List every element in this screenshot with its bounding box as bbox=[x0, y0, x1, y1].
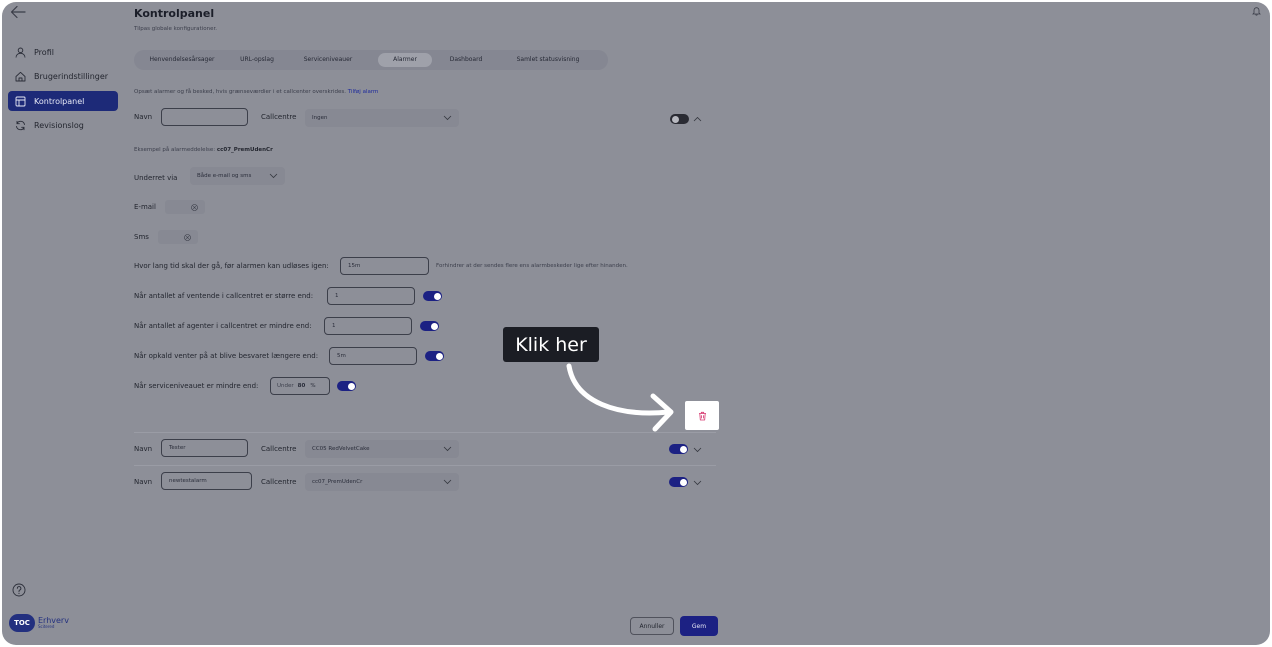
sms-label: Sms bbox=[134, 233, 149, 241]
sidebar-item-label: Revisionslog bbox=[34, 121, 84, 130]
notify-label: Underret via bbox=[134, 174, 178, 182]
service-level-input[interactable]: Under 80 % bbox=[270, 377, 330, 395]
help-icon[interactable] bbox=[12, 583, 26, 597]
curved-arrow-icon bbox=[566, 363, 674, 432]
bell-icon[interactable] bbox=[1252, 6, 1261, 16]
condition-toggle[interactable] bbox=[420, 321, 439, 331]
callcentre-select[interactable]: CC05 RedVelvetCake bbox=[305, 440, 459, 458]
sidebar-item-label: Kontrolpanel bbox=[34, 96, 85, 106]
cooldown-label: Hvor lang tid skal der gå, før alarmen k… bbox=[134, 262, 329, 270]
tab-dashboard[interactable]: Dashboard bbox=[432, 53, 500, 67]
condition-label: Når antallet af agenter i callcentret er… bbox=[134, 322, 312, 330]
chevron-down-icon bbox=[443, 479, 452, 485]
condition-input[interactable]: 1 bbox=[327, 287, 415, 305]
chevron-down-icon[interactable] bbox=[693, 480, 702, 486]
home-icon bbox=[15, 71, 26, 82]
delete-alarm-button[interactable] bbox=[685, 401, 719, 430]
callcentre-label: Callcentre bbox=[261, 445, 297, 453]
page-subtitle: Tilpas globale konfigurationer. bbox=[134, 26, 217, 32]
condition-label: Når antallet af ventende i callcentret e… bbox=[134, 292, 314, 300]
tab-henvendelsesaarsager[interactable]: Henvendelsesårsager bbox=[138, 53, 226, 67]
tab-alarmer[interactable]: Alarmer bbox=[378, 53, 432, 67]
logo-sub: Scitered bbox=[38, 624, 55, 629]
condition-input[interactable]: 1 bbox=[324, 317, 412, 335]
divider bbox=[134, 465, 716, 466]
cancel-button[interactable]: Annuller bbox=[630, 617, 674, 635]
alarm-name-input[interactable]: Tester bbox=[161, 439, 248, 457]
sidebar-item-profil[interactable]: Profil bbox=[8, 42, 118, 62]
callcentre-label: Callcentre bbox=[261, 478, 297, 486]
alarm-enable-toggle[interactable] bbox=[670, 114, 689, 124]
name-label: Navn bbox=[134, 445, 153, 453]
callcentre-value: cc07_PremUdenCr bbox=[312, 479, 363, 485]
name-input[interactable] bbox=[161, 108, 248, 126]
service-level-value: 80 bbox=[297, 383, 306, 389]
clear-icon[interactable] bbox=[191, 203, 198, 211]
chevron-up-icon[interactable] bbox=[693, 116, 702, 122]
example-message: Eksempel på alarmeddelelse: cc07_PremUde… bbox=[134, 147, 273, 153]
sidebar-nav: Profil Brugerindstillinger Kontrolpanel … bbox=[8, 42, 118, 140]
callcentre-label: Callcentre bbox=[261, 113, 297, 121]
condition-toggle[interactable] bbox=[423, 291, 442, 301]
brand-logo: TOC Erhverv Scitered bbox=[9, 614, 69, 632]
service-level-unit: % bbox=[310, 383, 316, 389]
sidebar-item-label: Brugerindstillinger bbox=[34, 72, 109, 81]
logo-badge: TOC bbox=[9, 614, 35, 632]
condition-input[interactable]: 5m bbox=[329, 347, 417, 365]
alarm-name-input[interactable]: newtestalarm bbox=[161, 472, 252, 490]
callcentre-value: CC05 RedVelvetCake bbox=[312, 446, 370, 452]
description-text: Opsæt alarmer og få besked, hvis grænsev… bbox=[134, 89, 346, 95]
sidebar-item-revisionslog[interactable]: Revisionslog bbox=[8, 116, 118, 136]
sidebar-item-brugerindstillinger[interactable]: Brugerindstillinger bbox=[8, 67, 118, 87]
trash-icon bbox=[698, 411, 706, 420]
alarm-enable-toggle[interactable] bbox=[669, 477, 688, 487]
cooldown-hint: Forhindrer at der sendes flere ens alarm… bbox=[436, 263, 628, 269]
service-level-label: Når serviceniveauet er mindre end: bbox=[134, 382, 259, 390]
cooldown-input[interactable]: 15m bbox=[340, 257, 429, 275]
notify-value: Både e-mail og sms bbox=[197, 173, 252, 179]
callcentre-value: Ingen bbox=[312, 115, 328, 121]
service-level-prefix: Under bbox=[277, 383, 294, 389]
save-button[interactable]: Gem bbox=[680, 616, 718, 636]
chevron-down-icon bbox=[269, 173, 278, 179]
service-level-toggle[interactable] bbox=[337, 381, 356, 391]
name-label: Navn bbox=[134, 113, 153, 121]
sms-input[interactable] bbox=[158, 230, 198, 244]
condition-toggle[interactable] bbox=[425, 351, 444, 361]
app-window: Profil Brugerindstillinger Kontrolpanel … bbox=[2, 2, 1270, 645]
alarm-enable-toggle[interactable] bbox=[669, 444, 688, 454]
refresh-icon bbox=[16, 120, 25, 131]
tab-url-opslag[interactable]: URL-opslag bbox=[226, 53, 288, 67]
notify-select[interactable]: Både e-mail og sms bbox=[190, 167, 285, 185]
chevron-down-icon bbox=[443, 115, 452, 121]
sidebar-item-label: Profil bbox=[34, 47, 54, 57]
example-value: cc07_PremUdenCr bbox=[216, 147, 273, 153]
tab-serviceniveauer[interactable]: Serviceniveauer bbox=[288, 53, 368, 67]
page-title: Kontrolpanel bbox=[134, 7, 215, 20]
alarm-description: Opsæt alarmer og få besked, hvis grænsev… bbox=[134, 89, 378, 95]
tutorial-tooltip: Klik her bbox=[503, 327, 599, 362]
callcentre-select[interactable]: Ingen bbox=[305, 109, 459, 127]
arrow-left-icon[interactable] bbox=[10, 5, 26, 19]
condition-label: Når opkald venter på at blive besvaret l… bbox=[134, 352, 319, 360]
sidebar-item-kontrolpanel[interactable]: Kontrolpanel bbox=[8, 91, 118, 111]
user-icon bbox=[15, 47, 26, 58]
clear-icon[interactable] bbox=[184, 233, 191, 241]
email-label: E-mail bbox=[134, 203, 156, 211]
add-alarm-link[interactable]: Tilføj alarm bbox=[348, 89, 379, 95]
layout-icon bbox=[15, 96, 26, 106]
tab-bar: Henvendelsesårsager URL-opslag Serviceni… bbox=[134, 50, 608, 70]
tab-samlet-statusvisning[interactable]: Samlet statusvisning bbox=[500, 53, 596, 67]
chevron-down-icon[interactable] bbox=[693, 447, 702, 453]
callcentre-select[interactable]: cc07_PremUdenCr bbox=[305, 473, 459, 491]
email-input[interactable] bbox=[165, 200, 205, 214]
name-label: Navn bbox=[134, 478, 153, 486]
chevron-down-icon bbox=[443, 446, 452, 452]
